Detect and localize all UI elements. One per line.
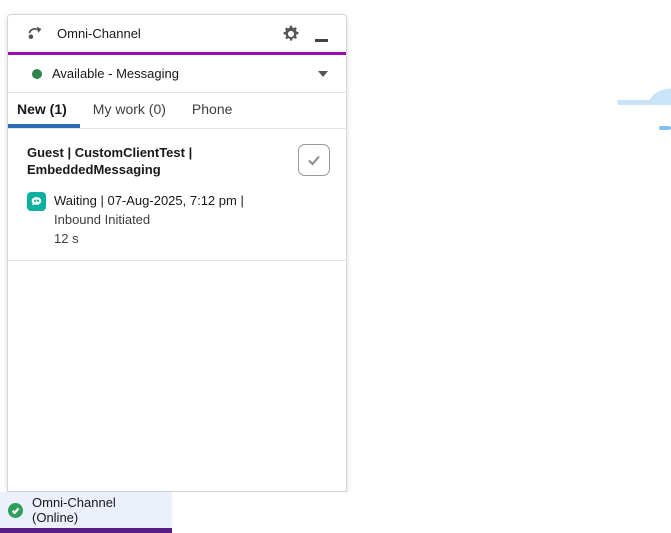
omni-channel-panel: Omni-Channel Available - Messaging New (… (7, 14, 347, 492)
work-item-status-line: Waiting | 07-Aug-2025, 7:12 pm | (54, 193, 244, 208)
work-item-details: Waiting | 07-Aug-2025, 7:12 pm | Inbound… (27, 191, 330, 248)
tab-my-work[interactable]: My work (0) (80, 93, 179, 128)
work-item-title: Guest | CustomClientTest | EmbeddedMessa… (27, 145, 193, 177)
omni-channel-icon (28, 26, 42, 40)
settings-button[interactable] (279, 22, 303, 46)
work-item-detail-lines: Waiting | 07-Aug-2025, 7:12 pm | Inbound… (54, 191, 244, 248)
utility-bar: Omni-Channel (Online) (0, 492, 671, 533)
tab-new-label: New (1) (17, 100, 67, 117)
work-item-top-row: Guest | CustomClientTest | EmbeddedMessa… (27, 144, 330, 178)
accept-work-button[interactable] (298, 144, 330, 176)
status-dot-icon (32, 68, 42, 79)
utility-item-label: Omni-Channel (Online) (32, 495, 116, 525)
minimize-icon (315, 39, 328, 42)
gear-icon (283, 25, 299, 41)
messaging-channel-icon (27, 192, 46, 211)
cloud-illustration (617, 88, 671, 130)
minimize-button[interactable] (303, 23, 334, 44)
online-check-circle-icon (8, 502, 23, 518)
work-item-detail: Inbound Initiated (54, 212, 151, 227)
chevron-down-icon (318, 70, 328, 77)
tab-new[interactable]: New (1) (8, 93, 80, 128)
tab-my-work-label: My work (0) (92, 100, 166, 117)
panel-empty-area (8, 261, 346, 491)
presence-status-dropdown[interactable]: Available - Messaging (8, 55, 346, 93)
check-icon (308, 155, 320, 166)
work-item-timer: 12 s (54, 231, 79, 246)
presence-status-label: Available - Messaging (52, 66, 179, 81)
tab-phone-label: Phone (191, 100, 233, 117)
tab-phone[interactable]: Phone (179, 93, 245, 128)
utility-item-omni-channel[interactable]: Omni-Channel (Online) (0, 492, 172, 533)
work-item-card[interactable]: Guest | CustomClientTest | EmbeddedMessa… (8, 129, 346, 261)
tab-bar: New (1) My work (0) Phone (8, 93, 346, 129)
panel-header: Omni-Channel (8, 15, 346, 55)
panel-title: Omni-Channel (57, 26, 141, 41)
